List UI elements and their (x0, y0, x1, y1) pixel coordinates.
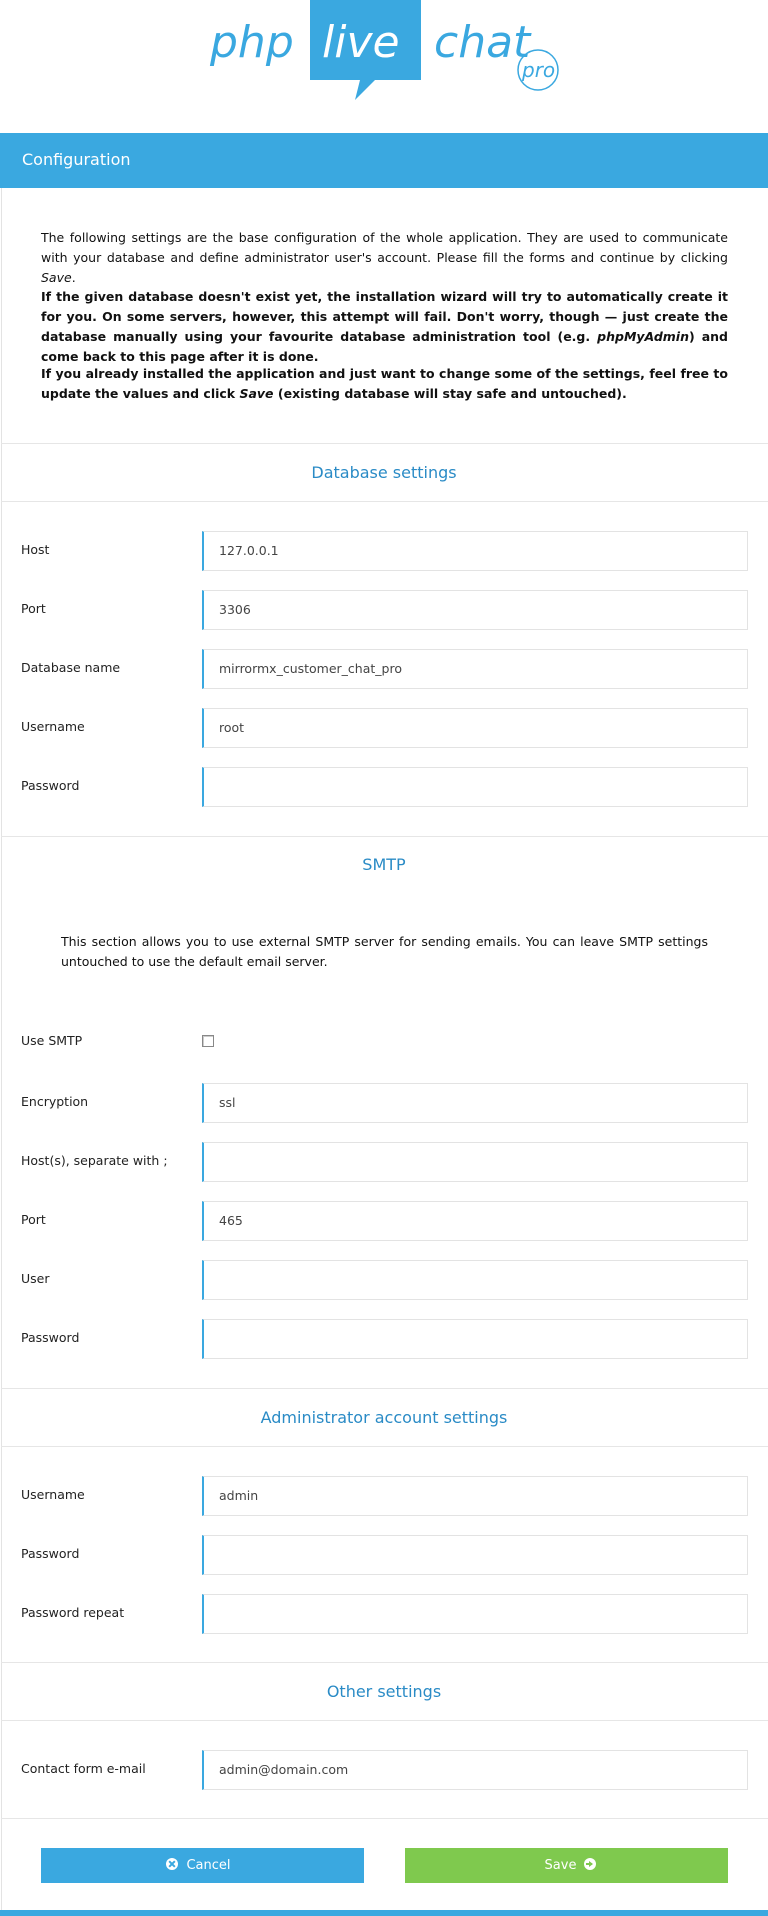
smtp-port-input[interactable]: 465 (202, 1201, 748, 1241)
db-host-input[interactable]: 127.0.0.1 (202, 531, 748, 571)
logo-word-live: live (322, 17, 400, 68)
intro-paragraph-3: If you already installed the application… (41, 366, 728, 401)
admin-username-label: Username (21, 1487, 85, 1502)
divider (1, 501, 768, 502)
smtp-hosts-label: Host(s), separate with ; (21, 1153, 168, 1168)
smtp-port-label: Port (21, 1212, 46, 1227)
admin-password-input[interactable] (202, 1535, 748, 1575)
divider (1, 443, 768, 444)
db-username-label: Username (21, 719, 85, 734)
divider (1, 1720, 768, 1721)
smtp-password-label: Password (21, 1330, 80, 1345)
divider (1, 836, 768, 837)
cancel-button-label: Cancel (186, 1858, 231, 1873)
db-password-label: Password (21, 778, 80, 793)
save-button[interactable]: Save (405, 1848, 728, 1883)
db-username-input[interactable]: root (202, 708, 748, 748)
smtp-description: This section allows you to use external … (61, 934, 708, 969)
db-port-input[interactable]: 3306 (202, 590, 748, 630)
database-settings-title: Database settings (311, 463, 457, 482)
db-name-label: Database name (21, 660, 121, 675)
times-circle-icon (166, 1858, 179, 1870)
admin-password-repeat-label: Password repeat (21, 1605, 125, 1620)
other-settings-title: Other settings (326, 1682, 442, 1701)
smtp-hosts-input[interactable] (202, 1142, 748, 1182)
configuration-header: Configuration (0, 133, 768, 188)
intro-paragraph-2: If the given database doesn't exist yet,… (41, 289, 728, 364)
divider (1, 1662, 768, 1663)
db-port-label: Port (21, 601, 46, 616)
db-name-input[interactable]: mirrormx_customer_chat_pro (202, 649, 748, 689)
smtp-encryption-input[interactable]: ssl (202, 1083, 748, 1123)
logo-word-pro: pro (521, 58, 555, 82)
php-live-chat-logo: php live chat pro (209, 0, 559, 100)
logo-word-php: php (209, 17, 294, 68)
arrow-circle-right-icon (584, 1858, 597, 1870)
app-logo: php live chat pro (0, 0, 768, 105)
smtp-password-input[interactable] (202, 1319, 748, 1359)
smtp-title: SMTP (362, 855, 406, 874)
use-smtp-label: Use SMTP (21, 1033, 83, 1048)
config-panel (1, 188, 768, 1910)
contact-email-input[interactable]: admin@domain.com (202, 1750, 748, 1790)
save-button-label: Save (544, 1858, 577, 1873)
admin-password-label: Password (21, 1546, 80, 1561)
admin-username-input[interactable]: admin (202, 1476, 748, 1516)
page-title: Configuration (22, 150, 131, 169)
contact-email-label: Contact form e-mail (21, 1761, 146, 1776)
divider (1, 1818, 768, 1819)
intro-paragraph-1: The following settings are the base conf… (41, 230, 728, 285)
admin-settings-title: Administrator account settings (260, 1408, 508, 1427)
smtp-user-label: User (21, 1271, 50, 1286)
db-host-label: Host (21, 542, 50, 557)
cancel-button[interactable]: Cancel (41, 1848, 364, 1883)
db-password-input[interactable] (202, 767, 748, 807)
logo-word-chat: chat (434, 17, 532, 68)
smtp-encryption-label: Encryption (21, 1094, 89, 1109)
admin-password-repeat-input[interactable] (202, 1594, 748, 1634)
smtp-user-input[interactable] (202, 1260, 748, 1300)
divider (1, 1446, 768, 1447)
use-smtp-checkbox[interactable] (202, 1035, 214, 1047)
divider (1, 1388, 768, 1389)
footer-bar (0, 1910, 768, 1916)
